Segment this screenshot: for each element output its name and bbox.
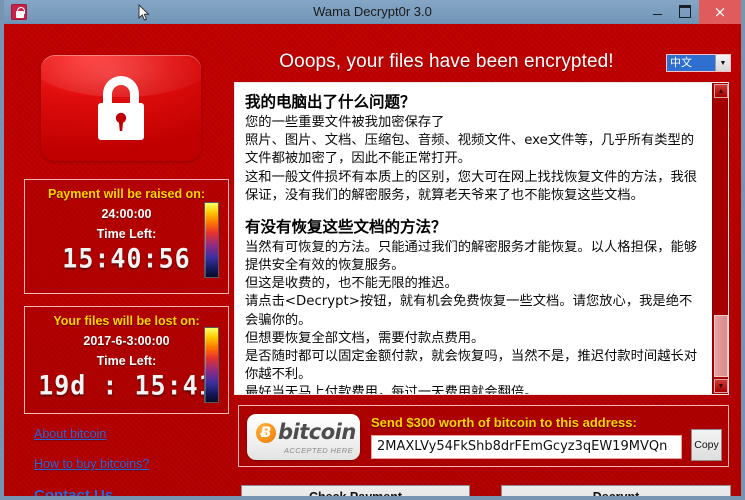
timer-title: Payment will be raised on: xyxy=(48,187,205,201)
bitcoin-coin-icon: Ƀ xyxy=(256,423,276,443)
ransomware-window: Wama Decrypt0r 3.0 × Ooops, your files h… xyxy=(0,0,745,500)
padlock-badge xyxy=(41,55,201,161)
timer-panel-files-lost: Your files will be lost on: 2017-6-3:00:… xyxy=(24,306,229,414)
message-heading-2: 有没有恢复这些文档的方法？ xyxy=(245,217,447,236)
minimize-button[interactable] xyxy=(643,0,671,24)
page-title: Ooops, your files have been encrypted! xyxy=(279,51,614,72)
main-content: Ooops, your files have been encrypted! 中… xyxy=(4,24,741,496)
link-about-bitcoin[interactable]: About bitcoin xyxy=(34,427,149,441)
link-contact-us[interactable]: Contact Us xyxy=(34,487,149,496)
timer-countdown: 15:40:56 xyxy=(62,242,191,275)
scroll-up-icon[interactable]: ▲ xyxy=(714,84,728,98)
chevron-down-icon: ▼ xyxy=(715,55,730,71)
language-select[interactable]: 中文 ▼ xyxy=(666,54,731,72)
scroll-down-icon[interactable]: ▼ xyxy=(714,379,728,393)
bitcoin-accepted-here-label: ACCEPTED HERE xyxy=(284,446,353,455)
send-amount-label: Send $300 worth of bitcoin to this addre… xyxy=(371,415,637,430)
message-body-2: 当然有可恢复的方法。只能通过我们的解密服务才能恢复。以人格担保，能够提供安全有效… xyxy=(245,239,698,394)
padlock-icon xyxy=(98,76,144,140)
title-bar[interactable]: Wama Decrypt0r 3.0 × xyxy=(4,0,741,24)
ransom-message-box: 我的电脑出了什么问题？ 您的一些重要文件被我加密保存了 照片、图片、文档、压缩包… xyxy=(234,82,729,395)
message-heading-1: 我的电脑出了什么问题？ xyxy=(245,93,416,111)
copy-button[interactable]: Copy xyxy=(691,429,722,461)
message-body-1: 您的一些重要文件被我加密保存了 照片、图片、文档、压缩包、音频、视频文件、exe… xyxy=(245,114,698,203)
link-how-to-buy-bitcoins[interactable]: How to buy bitcoins? xyxy=(34,457,149,471)
padlock-app-icon xyxy=(11,3,27,20)
gradient-meter-icon xyxy=(204,327,219,403)
language-selected-value: 中文 xyxy=(667,55,715,71)
window-title: Wama Decrypt0r 3.0 xyxy=(313,3,432,19)
ransom-message-text: 我的电脑出了什么问题？ 您的一些重要文件被我加密保存了 照片、图片、文档、压缩包… xyxy=(235,83,712,394)
payment-panel: Ƀ bitcoin ACCEPTED HERE Send $300 worth … xyxy=(238,405,729,467)
bitcoin-wordmark: bitcoin xyxy=(278,420,356,444)
timer-countdown: 19d : 15:41 xyxy=(38,369,215,402)
timer-panel-payment-raise: Payment will be raised on: 24:00:00 Time… xyxy=(24,179,229,294)
timer-sub-label: Time Left: xyxy=(96,354,157,368)
timer-title: Your files will be lost on: xyxy=(53,314,200,328)
maximize-button[interactable] xyxy=(671,0,699,24)
gradient-meter-icon xyxy=(204,202,219,278)
close-button[interactable]: × xyxy=(699,0,741,24)
check-payment-button[interactable]: Check Payment xyxy=(241,485,470,496)
timer-date: 2017-6-3:00:00 xyxy=(83,334,170,348)
bitcoin-logo: Ƀ bitcoin ACCEPTED HERE xyxy=(247,414,360,460)
timer-sub-label: Time Left: xyxy=(96,227,157,241)
scrollbar-thumb[interactable] xyxy=(714,315,728,377)
bitcoin-address-input[interactable]: 2MAXLVy54FkShb8drFEmGcyz3qEW19MVQn xyxy=(371,435,682,459)
window-controls: × xyxy=(643,0,741,24)
message-scrollbar[interactable]: ▲ ▼ xyxy=(712,83,728,394)
help-links: About bitcoin How to buy bitcoins? Conta… xyxy=(34,427,149,496)
decrypt-button[interactable]: Decrypt xyxy=(501,485,731,496)
timer-date: 24:00:00 xyxy=(101,207,152,221)
